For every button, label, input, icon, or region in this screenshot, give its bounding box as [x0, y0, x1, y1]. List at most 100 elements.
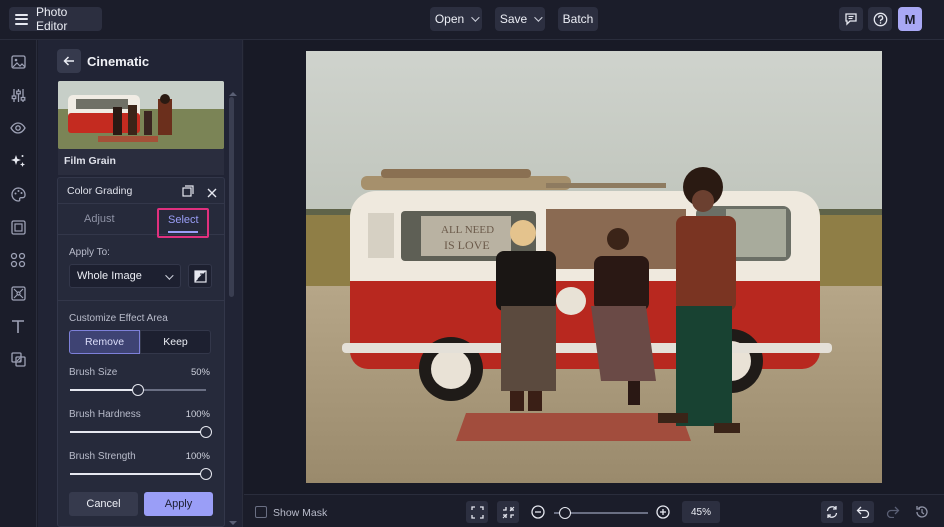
- slider-handle[interactable]: [132, 384, 144, 396]
- brush-hardness-value: 100%: [185, 409, 210, 420]
- refresh-icon: [826, 506, 838, 518]
- hamburger-icon: [15, 13, 28, 25]
- overlay-icon[interactable]: [9, 350, 27, 368]
- remove-mode-button[interactable]: Remove: [69, 330, 140, 354]
- keep-mode-button[interactable]: Keep: [140, 330, 211, 354]
- help-button[interactable]: [868, 7, 892, 31]
- menu-button[interactable]: Photo Editor: [9, 5, 102, 33]
- back-button[interactable]: [57, 49, 81, 73]
- photo-image: ALL NEED IS LOVE: [306, 51, 882, 483]
- undo-icon: [856, 506, 870, 518]
- invert-icon: [193, 269, 207, 283]
- message-icon: [845, 13, 857, 26]
- svg-text:IS LOVE: IS LOVE: [444, 238, 490, 252]
- cancel-label: Cancel: [86, 498, 121, 510]
- invert-selection-button[interactable]: [188, 264, 212, 288]
- show-mask-label: Show Mask: [273, 507, 328, 519]
- shapes-icon[interactable]: [9, 251, 27, 269]
- texture-icon[interactable]: [9, 284, 27, 302]
- history-icon[interactable]: [912, 502, 932, 522]
- apply-to-value: Whole Image: [77, 270, 142, 282]
- open-button[interactable]: Open: [430, 7, 482, 31]
- image-icon[interactable]: [9, 53, 27, 71]
- zoom-slider[interactable]: [554, 507, 648, 519]
- help-icon: [873, 12, 887, 26]
- save-label: Save: [499, 12, 528, 26]
- feedback-button[interactable]: [839, 7, 863, 31]
- panel-scrollbar[interactable]: [229, 97, 234, 297]
- fit-screen-button[interactable]: [466, 501, 488, 523]
- slider-fill: [70, 389, 138, 391]
- user-avatar[interactable]: M: [898, 7, 922, 31]
- effects-panel: Cinematic Film Grain Color Grading Adjus…: [38, 40, 243, 527]
- zoom-slider-handle[interactable]: [558, 507, 571, 519]
- app-title: Photo Editor: [36, 5, 68, 33]
- remove-label: Remove: [84, 336, 125, 348]
- canvas-area: ALL NEED IS LOVE: [244, 40, 944, 494]
- apply-button[interactable]: Apply: [144, 492, 213, 516]
- open-label: Open: [434, 12, 465, 26]
- sparkle-effects-icon[interactable]: [9, 152, 27, 170]
- text-icon[interactable]: [9, 317, 27, 335]
- frame-icon[interactable]: [9, 218, 27, 236]
- duplicate-icon[interactable]: [182, 184, 194, 202]
- brush-hardness-label: Brush Hardness: [69, 409, 141, 420]
- section-title: Color Grading: [67, 185, 133, 197]
- sliders-icon[interactable]: [9, 86, 27, 104]
- section-header: Color Grading: [58, 178, 224, 204]
- tab-select-label: Select: [168, 214, 199, 226]
- zoom-in-icon[interactable]: [653, 502, 673, 522]
- palette-icon[interactable]: [9, 185, 27, 203]
- close-icon[interactable]: [207, 185, 217, 203]
- active-tab-underline: [168, 231, 198, 233]
- zoom-value[interactable]: 45%: [682, 501, 720, 523]
- batch-label: Batch: [562, 12, 594, 26]
- scroll-up-icon[interactable]: [229, 92, 237, 96]
- redo-icon[interactable]: [883, 502, 903, 522]
- avatar-initial: M: [904, 11, 916, 27]
- brush-strength-value: 100%: [185, 451, 210, 462]
- brush-size-label: Brush Size: [69, 367, 118, 378]
- tab-adjust[interactable]: Adjust: [84, 213, 115, 225]
- effect-thumbnail[interactable]: [58, 81, 224, 149]
- compare-button[interactable]: [821, 501, 843, 523]
- customize-label: Customize Effect Area: [69, 313, 168, 324]
- compress-icon: [502, 506, 514, 518]
- divider: [58, 300, 225, 301]
- fit-screen-icon: [470, 505, 484, 519]
- chevron-down-icon: [165, 271, 174, 280]
- panel-title: Cinematic: [87, 54, 150, 69]
- slider-fill: [70, 431, 206, 433]
- brush-strength-slider[interactable]: [70, 468, 212, 480]
- actual-size-button[interactable]: [497, 501, 519, 523]
- apply-to-label: Apply To:: [69, 247, 110, 258]
- brush-strength-label: Brush Strength: [69, 451, 136, 462]
- tab-select[interactable]: Select: [157, 208, 209, 238]
- undo-button[interactable]: [852, 501, 874, 523]
- photo-canvas[interactable]: ALL NEED IS LOVE: [306, 51, 882, 483]
- apply-to-select[interactable]: Whole Image: [69, 264, 181, 288]
- batch-button[interactable]: Batch: [558, 7, 598, 31]
- save-button[interactable]: Save: [495, 7, 545, 31]
- bottom-toolbar: Show Mask 45%: [244, 494, 944, 527]
- svg-text:ALL NEED: ALL NEED: [441, 224, 494, 236]
- slider-fill: [70, 473, 206, 475]
- effect-name: Film Grain: [58, 149, 224, 175]
- tool-rail: [0, 40, 37, 527]
- brush-hardness-slider[interactable]: [70, 426, 212, 438]
- apply-label: Apply: [164, 498, 193, 510]
- top-bar: Photo Editor Open Save Batch M: [0, 0, 944, 40]
- arrow-left-icon: [63, 56, 74, 66]
- brush-size-slider[interactable]: [70, 384, 206, 396]
- slider-handle[interactable]: [200, 468, 212, 480]
- chevron-down-icon: [471, 13, 480, 22]
- eye-icon[interactable]: [9, 119, 27, 137]
- cancel-button[interactable]: Cancel: [69, 492, 138, 516]
- chevron-down-icon: [534, 13, 543, 22]
- brush-size-value: 50%: [190, 367, 210, 378]
- scroll-down-icon[interactable]: [229, 521, 237, 525]
- slider-handle[interactable]: [200, 426, 212, 438]
- zoom-out-icon[interactable]: [528, 502, 548, 522]
- show-mask-checkbox[interactable]: [255, 506, 267, 518]
- keep-label: Keep: [163, 336, 188, 348]
